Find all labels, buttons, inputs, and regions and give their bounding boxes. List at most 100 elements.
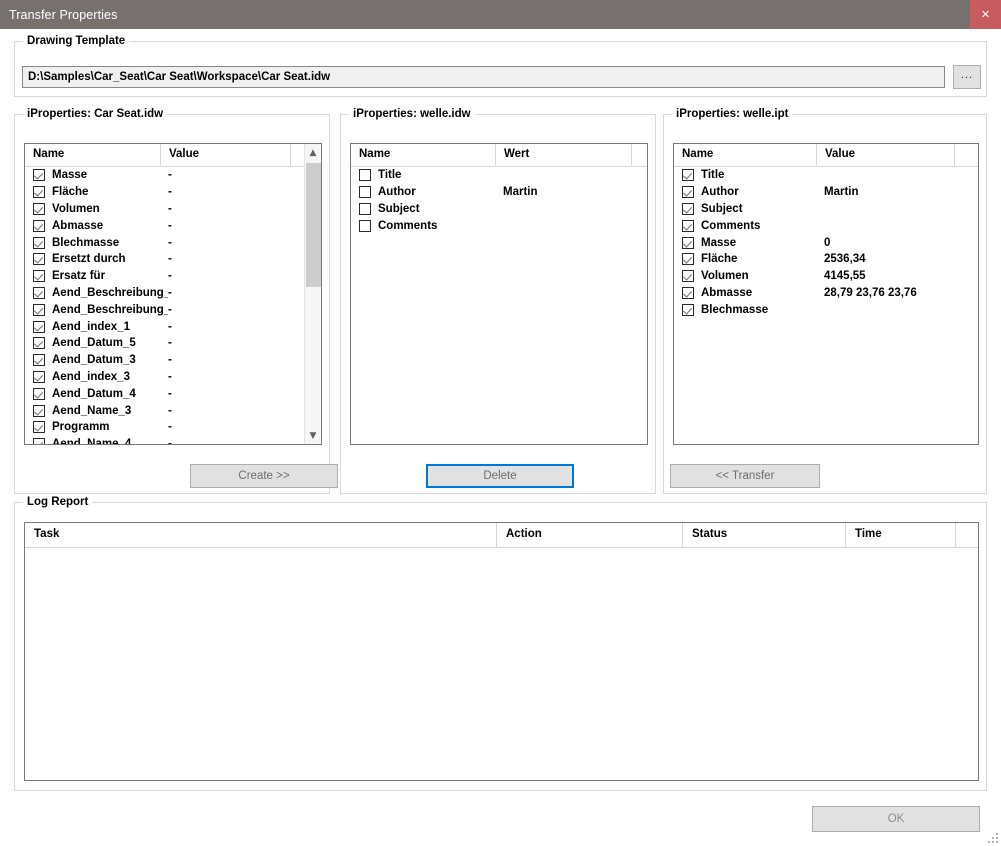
- list-item[interactable]: Masse -: [25, 167, 321, 184]
- property-value: -: [168, 270, 172, 283]
- drawing-template-path-input[interactable]: D:\Samples\Car_Seat\Car Seat\Workspace\C…: [22, 66, 945, 88]
- property-value: -: [168, 202, 172, 215]
- property-value: 0: [824, 236, 831, 249]
- list-item[interactable]: Programm -: [25, 419, 321, 436]
- column-header-wert: Wert: [496, 144, 632, 167]
- list-item[interactable]: Abmasse -: [25, 217, 321, 234]
- property-name: Abmasse: [52, 219, 104, 232]
- checkbox-icon[interactable]: [33, 303, 45, 316]
- checkbox-icon[interactable]: [33, 438, 45, 444]
- checkbox-icon[interactable]: [33, 404, 45, 417]
- property-name: Comments: [378, 219, 438, 232]
- list-item[interactable]: Aend_index_3 -: [25, 369, 321, 386]
- list-item[interactable]: Blechmasse -: [25, 234, 321, 251]
- checkbox-icon[interactable]: [33, 320, 45, 333]
- log-report-table[interactable]: Task Action Status Time: [24, 522, 979, 781]
- checkbox-icon[interactable]: [33, 236, 45, 249]
- checkbox-icon[interactable]: [33, 370, 45, 383]
- checkbox-icon[interactable]: [33, 387, 45, 400]
- scroll-down-icon[interactable]: ▼: [305, 427, 321, 444]
- property-name: Blechmasse: [52, 236, 120, 249]
- list-item[interactable]: Title: [351, 167, 647, 184]
- property-name: Ersatz für: [52, 270, 106, 283]
- transfer-button[interactable]: << Transfer: [670, 464, 820, 488]
- checkbox-icon[interactable]: [33, 186, 45, 199]
- property-name: Title: [701, 169, 725, 182]
- checkbox-icon[interactable]: [33, 270, 45, 283]
- iproperties-source-listbox[interactable]: Name Value Masse - Fläche - Volumen - Abmasse -…: [24, 143, 322, 445]
- property-value: -: [168, 320, 172, 333]
- list-item[interactable]: Author Martin: [674, 184, 978, 201]
- create-button[interactable]: Create >>: [190, 464, 338, 488]
- list-item[interactable]: Ersatz für -: [25, 268, 321, 285]
- window-title: Transfer Properties: [9, 7, 118, 22]
- list-item[interactable]: Aend_Beschreibung_5-: [25, 301, 321, 318]
- list-item[interactable]: Aend_Name_3 -: [25, 402, 321, 419]
- list-item[interactable]: Abmasse 28,79 23,76 23,76: [674, 285, 978, 302]
- list-item[interactable]: Volumen -: [25, 201, 321, 218]
- vertical-scrollbar[interactable]: ▲ ▼: [304, 144, 321, 444]
- checkbox-icon[interactable]: [33, 253, 45, 266]
- iproperties-target-part-listbox[interactable]: Name Value Title Author Martin Subject Comme…: [673, 143, 979, 445]
- property-name: Masse: [701, 236, 737, 249]
- column-header-time: Time: [846, 523, 956, 548]
- checkbox-icon[interactable]: [682, 253, 694, 266]
- property-value: -: [168, 421, 172, 434]
- checkbox-icon[interactable]: [359, 219, 371, 232]
- checkbox-icon[interactable]: [682, 236, 694, 249]
- list-item[interactable]: Comments: [351, 217, 647, 234]
- scroll-up-icon[interactable]: ▲: [305, 144, 321, 161]
- checkbox-icon[interactable]: [33, 337, 45, 350]
- property-name: Fläche: [52, 186, 89, 199]
- checkbox-icon[interactable]: [359, 169, 371, 182]
- checkbox-icon[interactable]: [359, 202, 371, 215]
- checkbox-icon[interactable]: [682, 286, 694, 299]
- checkbox-icon[interactable]: [682, 169, 694, 182]
- list-item[interactable]: Ersetzt durch -: [25, 251, 321, 268]
- checkbox-icon[interactable]: [33, 202, 45, 215]
- iproperties-target-drawing-title: iProperties: welle.idw: [349, 108, 475, 120]
- checkbox-icon[interactable]: [33, 286, 45, 299]
- list-item[interactable]: Subject: [674, 201, 978, 218]
- column-header-value: Value: [161, 144, 291, 167]
- list-item[interactable]: Blechmasse: [674, 301, 978, 318]
- checkbox-icon[interactable]: [682, 270, 694, 283]
- checkbox-icon[interactable]: [682, 303, 694, 316]
- property-value: -: [168, 303, 172, 316]
- property-name: Aend_Beschreibung_2: [52, 286, 168, 299]
- checkbox-icon[interactable]: [682, 186, 694, 199]
- property-name: Volumen: [52, 202, 100, 215]
- list-item[interactable]: Aend_Beschreibung_2-: [25, 285, 321, 302]
- column-header-status: Status: [683, 523, 846, 548]
- list-item[interactable]: Author Martin: [351, 184, 647, 201]
- checkbox-icon[interactable]: [682, 202, 694, 215]
- list-item[interactable]: Aend_Datum_3 -: [25, 352, 321, 369]
- log-report-title: Log Report: [23, 496, 93, 508]
- checkbox-icon[interactable]: [359, 186, 371, 199]
- list-item[interactable]: Fläche 2536,34: [674, 251, 978, 268]
- list-item[interactable]: Aend_Datum_4 -: [25, 385, 321, 402]
- list-item[interactable]: Subject: [351, 201, 647, 218]
- checkbox-icon[interactable]: [33, 421, 45, 434]
- checkbox-icon[interactable]: [682, 219, 694, 232]
- list-item[interactable]: Aend_Datum_5 -: [25, 335, 321, 352]
- list-item[interactable]: Title: [674, 167, 978, 184]
- iproperties-target-drawing-listbox[interactable]: Name Wert Title Author Martin Subject Commen…: [350, 143, 648, 445]
- scrollbar-thumb[interactable]: [306, 163, 321, 287]
- property-value: -: [168, 404, 172, 417]
- list-item[interactable]: Comments: [674, 217, 978, 234]
- checkbox-icon[interactable]: [33, 169, 45, 182]
- list-item[interactable]: Volumen 4145,55: [674, 268, 978, 285]
- checkbox-icon[interactable]: [33, 219, 45, 232]
- browse-button[interactable]: ...: [953, 65, 981, 89]
- ok-button[interactable]: OK: [812, 806, 980, 832]
- list-item[interactable]: Aend_Name_4 -: [25, 436, 321, 444]
- checkbox-icon[interactable]: [33, 354, 45, 367]
- resize-grip[interactable]: [986, 831, 998, 843]
- delete-button[interactable]: Delete: [426, 464, 574, 488]
- close-icon[interactable]: ✕: [970, 0, 1001, 29]
- list-header: Name Value: [674, 144, 978, 167]
- list-item[interactable]: Aend_index_1 -: [25, 318, 321, 335]
- list-item[interactable]: Fläche -: [25, 184, 321, 201]
- list-item[interactable]: Masse 0: [674, 234, 978, 251]
